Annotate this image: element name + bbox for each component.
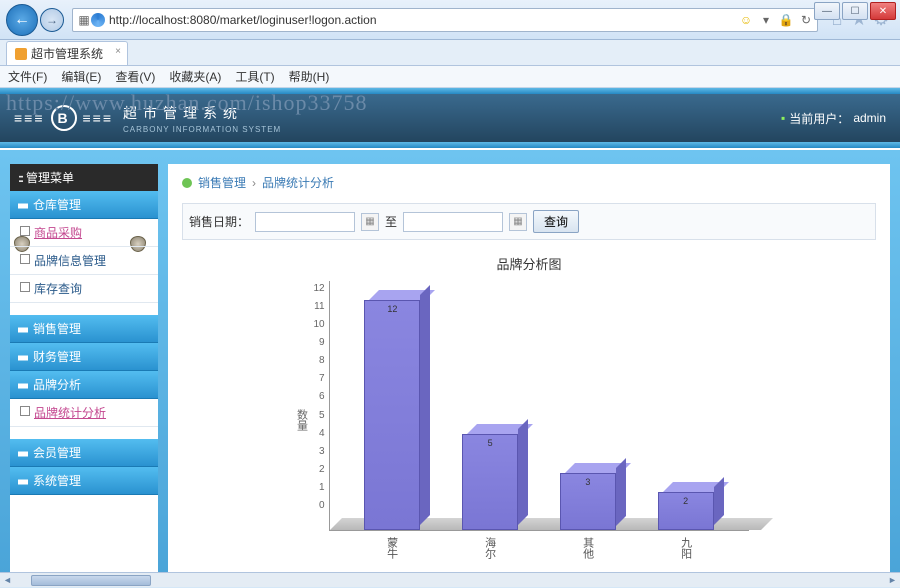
- query-button[interactable]: 查询: [533, 210, 579, 233]
- menu-view[interactable]: 查看(V): [115, 68, 155, 85]
- breadcrumb-a[interactable]: 销售管理: [198, 174, 246, 191]
- menu-bar: 文件(F) 编辑(E) 查看(V) 收藏夹(A) 工具(T) 帮助(H): [0, 66, 900, 88]
- ytick: 6: [319, 391, 325, 402]
- horizontal-scrollbar[interactable]: ◄ ►: [0, 572, 900, 587]
- breadcrumb-separator: ›: [252, 176, 256, 190]
- scroll-thumb[interactable]: [31, 575, 151, 586]
- menu-file[interactable]: 文件(F): [8, 68, 47, 85]
- ytick: 4: [319, 428, 325, 439]
- chart-bar: 5: [462, 434, 518, 530]
- calendar-from-icon[interactable]: ▦: [361, 213, 379, 231]
- menu-tools[interactable]: 工具(T): [235, 68, 274, 85]
- app-container: https://www.huzhan.com/ishop33758 ≡≡≡ B …: [0, 88, 900, 572]
- main-content: 销售管理 › 品牌统计分析 销售日期： ▦ 至 ▦ 查询 品牌分析图 数量 12…: [168, 164, 890, 572]
- url-input[interactable]: [109, 13, 739, 27]
- shield-icon: ▦: [77, 13, 91, 27]
- sidebar-head-sales[interactable]: 销售管理: [10, 315, 158, 343]
- tab-title: 超市管理系统: [31, 45, 103, 62]
- breadcrumb-b[interactable]: 品牌统计分析: [262, 174, 334, 191]
- window-close-button[interactable]: ✕: [870, 2, 896, 20]
- menu-favorites[interactable]: 收藏夹(A): [169, 68, 221, 85]
- tab-strip: 超市管理系统 ×: [0, 40, 900, 66]
- window-minimize-button[interactable]: —: [814, 2, 840, 20]
- date-from-input[interactable]: [255, 212, 355, 232]
- xtick: 九阳: [678, 537, 694, 559]
- chart-bar: 12: [364, 300, 420, 530]
- tab-close-icon[interactable]: ×: [115, 46, 121, 57]
- ytick: 3: [319, 446, 325, 457]
- sidebar-head-members[interactable]: 会员管理: [10, 439, 158, 467]
- menu-help[interactable]: 帮助(H): [289, 68, 330, 85]
- ytick: 7: [319, 373, 325, 384]
- chart-xaxis: 蒙牛 海尔 其他 九阳: [329, 531, 749, 559]
- xtick: 其他: [580, 537, 596, 559]
- calendar-to-icon[interactable]: ▦: [509, 213, 527, 231]
- ytick: 5: [319, 410, 325, 421]
- address-bar[interactable]: ▦ ☺ ▾ 🔒 ↻: [72, 8, 818, 32]
- sidebar-head-finance[interactable]: 财务管理: [10, 343, 158, 371]
- chart-plot-area: 12 53 2: [329, 281, 749, 531]
- sidebar-item-brand-stats[interactable]: 品牌统计分析: [10, 399, 158, 427]
- app-header: ≡≡≡ B ≡≡≡ 超市管理系统 CARBONY INFORMATION SYS…: [0, 94, 900, 142]
- chart-container: 品牌分析图 数量 1211109876543210 12532 蒙牛海尔其他九阳: [182, 254, 876, 559]
- page-icon: [15, 48, 27, 60]
- logo: ≡≡≡ B ≡≡≡: [14, 105, 113, 131]
- xtick: 蒙牛: [384, 537, 400, 559]
- sidebar-item-purchase[interactable]: 商品采购: [10, 219, 158, 247]
- ytick: 12: [313, 283, 324, 294]
- ytick: 8: [319, 355, 325, 366]
- browser-tab[interactable]: 超市管理系统 ×: [6, 41, 128, 65]
- forward-button[interactable]: →: [40, 8, 64, 32]
- ytick: 0: [319, 500, 325, 511]
- refresh-icon[interactable]: ↻: [799, 13, 813, 27]
- scroll-right-arrow[interactable]: ►: [885, 573, 900, 588]
- current-user: 当前用户： admin: [781, 110, 886, 127]
- menu-edit[interactable]: 编辑(E): [61, 68, 101, 85]
- breadcrumb: 销售管理 › 品牌统计分析: [182, 174, 876, 191]
- filter-to-label: 至: [385, 213, 397, 230]
- emoji-icon[interactable]: ☺: [739, 13, 753, 27]
- breadcrumb-dot-icon: [182, 178, 192, 188]
- sidebar-title: 管理菜单: [10, 164, 158, 191]
- lock-icon: 🔒: [779, 13, 793, 27]
- chart-bar: 2: [658, 492, 714, 530]
- sidebar-head-system[interactable]: 系统管理: [10, 467, 158, 495]
- filter-bar: 销售日期： ▦ 至 ▦ 查询: [182, 203, 876, 240]
- ytick: 1: [319, 482, 325, 493]
- window-maximize-button[interactable]: ☐: [842, 2, 868, 20]
- sidebar-item-brand-info[interactable]: 品牌信息管理: [10, 247, 158, 275]
- ytick: 11: [314, 301, 324, 312]
- ie-icon: [91, 13, 105, 27]
- scroll-left-arrow[interactable]: ◄: [0, 573, 15, 588]
- sidebar-head-warehouse[interactable]: 仓库管理: [10, 191, 158, 219]
- sidebar-item-stock-query[interactable]: 库存查询: [10, 275, 158, 303]
- sidebar: 管理菜单 仓库管理 商品采购 品牌信息管理 库存查询 销售管理 财务管理 品牌分…: [10, 164, 158, 572]
- date-to-input[interactable]: [403, 212, 503, 232]
- browser-toolbar: ← → ▦ ☺ ▾ 🔒 ↻ ⌂ ★ ⚙: [0, 0, 900, 40]
- app-title: 超市管理系统: [123, 103, 281, 123]
- logo-badge: B: [51, 105, 77, 131]
- chart-bar: 3: [560, 473, 616, 531]
- ytick: 10: [313, 319, 324, 330]
- chart-ylabel: 数量: [293, 409, 309, 431]
- dropdown-icon[interactable]: ▾: [759, 13, 773, 27]
- chart-title: 品牌分析图: [182, 254, 876, 273]
- back-button[interactable]: ←: [6, 4, 38, 36]
- sidebar-head-brand-analysis[interactable]: 品牌分析: [10, 371, 158, 399]
- chart-yaxis: 1211109876543210: [313, 281, 328, 531]
- ytick: 9: [319, 337, 325, 348]
- filter-label: 销售日期：: [189, 213, 249, 230]
- ytick: 2: [319, 464, 325, 475]
- xtick: 海尔: [482, 537, 498, 559]
- app-subtitle: CARBONY INFORMATION SYSTEM: [123, 125, 281, 134]
